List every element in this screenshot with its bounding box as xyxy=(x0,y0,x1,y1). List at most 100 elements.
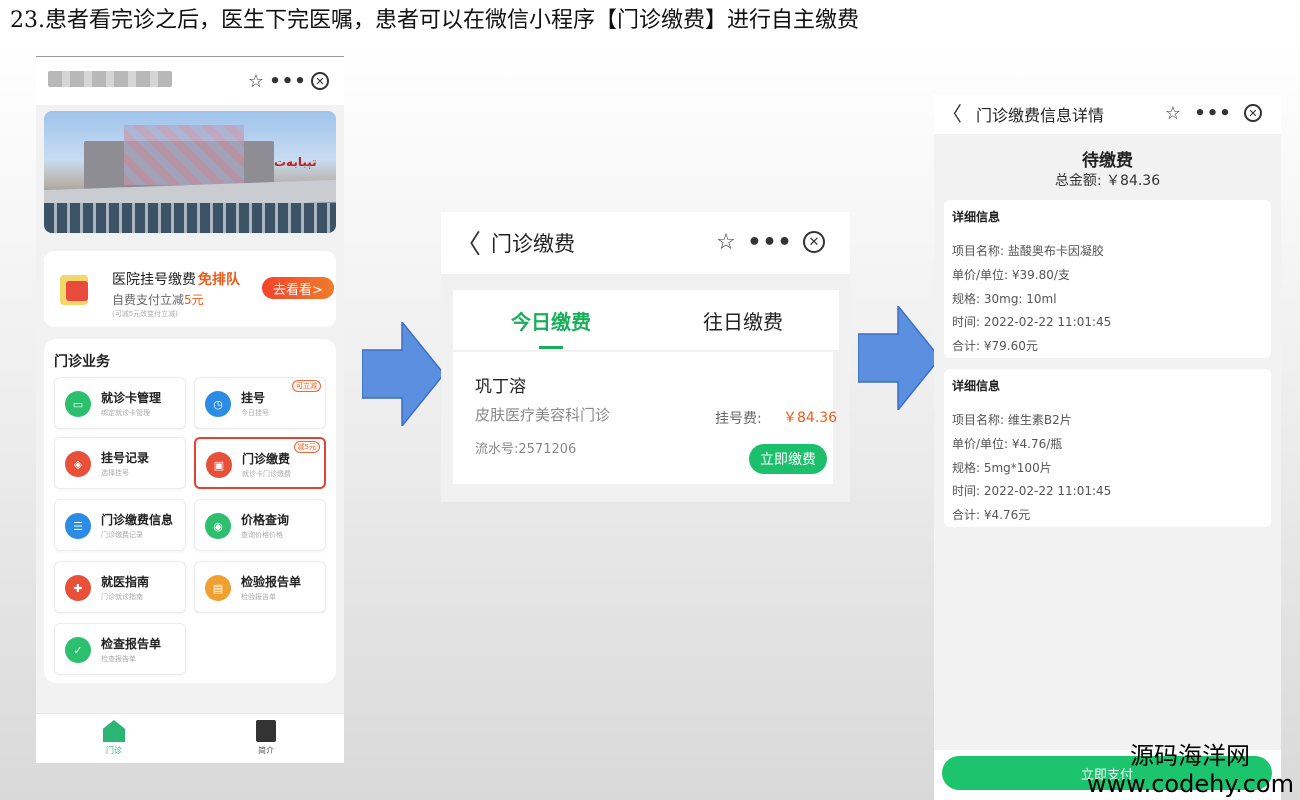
service-medical-guide[interactable]: ✚ 就医指南 门诊就诊指南 xyxy=(54,561,186,613)
total-amount: 总金额: ￥84.36 xyxy=(1054,173,1161,189)
service-label: 检查报告单 xyxy=(101,637,162,651)
discount-tag: 可立减 xyxy=(292,380,321,392)
price-icon: ◉ xyxy=(205,513,231,539)
arrow-right-icon xyxy=(858,306,941,410)
star-icon[interactable]: ☆ xyxy=(1153,98,1193,128)
promo-subtitle: 自费支付立减5元 xyxy=(112,291,204,308)
mini-program-header: ☆ ••• ✕ xyxy=(36,57,344,105)
go-see-button[interactable]: 去看看> xyxy=(262,277,334,299)
services-title: 门诊业务 xyxy=(54,354,110,370)
blurred-app-title xyxy=(48,71,172,87)
service-sub: 检验报告单 xyxy=(241,593,276,601)
close-icon[interactable]: ✕ xyxy=(1233,98,1273,128)
service-label: 检验报告单 xyxy=(241,575,302,589)
detail-row: 规格: 30mg: 10ml xyxy=(952,292,1057,306)
promo-sub-prefix: 自费支付立减 xyxy=(112,293,185,307)
promo-free-label: 免排队 xyxy=(198,272,240,288)
tab-label: 简介 xyxy=(258,746,274,755)
star-icon[interactable]: ☆ xyxy=(704,225,748,259)
service-label: 挂号记录 xyxy=(101,451,150,465)
star-icon[interactable]: ☆ xyxy=(240,67,272,95)
tab-introduction[interactable]: 简介 xyxy=(248,720,284,756)
page-title: 门诊缴费信息详情 xyxy=(976,106,1105,125)
home-icon xyxy=(103,720,125,742)
check-report-icon: ✓ xyxy=(65,637,91,663)
service-label: 门诊缴费信息 xyxy=(101,513,174,527)
detail-row: 单价/单位: ¥39.80/支 xyxy=(952,268,1070,282)
tab-past-payment[interactable]: 往日缴费 xyxy=(703,306,783,335)
book-icon xyxy=(256,720,276,742)
capsule-buttons: ☆ ••• ✕ xyxy=(240,67,336,95)
more-icon[interactable]: ••• xyxy=(747,225,792,259)
service-lab-report[interactable]: ▤ 检验报告单 检验报告单 xyxy=(194,561,326,613)
page-header: 〈 门诊缴费信息详情 ☆ ••• ✕ xyxy=(934,94,1281,134)
shield-icon: ◈ xyxy=(65,451,91,477)
detail-row: 时间: 2022-02-22 11:01:45 xyxy=(952,484,1112,498)
detail-card-header: 详细信息 xyxy=(952,210,1001,224)
close-icon[interactable]: ✕ xyxy=(792,225,836,259)
active-tab-indicator xyxy=(539,346,563,349)
card-icon: ▭ xyxy=(65,391,91,417)
arrow-right-icon xyxy=(362,322,445,426)
service-label: 就医指南 xyxy=(101,575,150,589)
department: 皮肤医疗美容科门诊 xyxy=(475,406,611,424)
service-label: 就诊卡管理 xyxy=(101,391,162,405)
service-label: 门诊缴费 xyxy=(242,452,291,466)
service-sub: 门诊缴费记录 xyxy=(101,531,143,539)
windows-shape xyxy=(44,203,336,233)
capsule-buttons: ☆ ••• ✕ xyxy=(704,225,836,259)
detail-row: 规格: 5mg*100片 xyxy=(952,461,1052,475)
detail-row: 合计: ¥4.76元 xyxy=(952,508,1031,522)
more-icon[interactable]: ••• xyxy=(1193,98,1233,128)
blurred-region xyxy=(124,125,244,185)
service-registration-records[interactable]: ◈ 挂号记录 选择挂号 xyxy=(54,437,186,489)
service-sub: 选择挂号 xyxy=(101,469,129,477)
promo-card[interactable]: 医院挂号缴费 免排队 自费支付立减5元 (可减5元改变付立减) 去看看> xyxy=(44,251,336,327)
promo-sub-amount: 5元 xyxy=(184,293,204,307)
close-icon[interactable]: ✕ xyxy=(304,67,336,95)
fee-value: ￥84.36 xyxy=(783,410,838,426)
capsule-buttons: ☆ ••• ✕ xyxy=(1153,98,1273,128)
tab-label: 门诊 xyxy=(106,746,122,755)
service-label: 价格查询 xyxy=(241,513,290,527)
service-payment-info[interactable]: ☰ 门诊缴费信息 门诊缴费记录 xyxy=(54,499,186,551)
page-header: 〈 门诊缴费 ☆ ••• ✕ xyxy=(441,212,850,274)
detail-card: 详细信息 项目名称: 维生素B2片 单价/单位: ¥4.76/瓶 规格: 5mg… xyxy=(944,369,1271,527)
service-price-query[interactable]: ◉ 价格查询 查询价格价格 xyxy=(194,499,326,551)
detail-row: 项目名称: 盐酸奥布卡因凝胶 xyxy=(952,244,1104,258)
phone-payment-list: 〈 门诊缴费 ☆ ••• ✕ 今日缴费 往日缴费 巩丁溶 皮肤医疗美容科门诊 流… xyxy=(441,212,850,502)
list-icon: ☰ xyxy=(65,513,91,539)
clock-icon: ◷ xyxy=(205,391,231,417)
phone-payment-detail: 〈 门诊缴费信息详情 ☆ ••• ✕ 待缴费 总金额: ￥84.36 详细信息 … xyxy=(934,94,1281,800)
wallet-icon: ▣ xyxy=(206,452,232,478)
back-chevron-icon[interactable]: 〈 xyxy=(942,98,962,127)
service-sub: 绑定就诊卡管理 xyxy=(101,409,150,417)
hospital-banner[interactable]: ﺗﯧﺒﺎﺑﻪﺕ xyxy=(44,111,336,233)
service-exam-report[interactable]: ✓ 检查报告单 检查报告单 xyxy=(54,623,186,675)
slide-caption: 23.患者看完诊之后，医生下完医嘱，患者可以在微信小程序【门诊缴费】进行自主缴费 xyxy=(10,8,859,33)
page-title: 门诊缴费 xyxy=(491,232,575,256)
service-label: 挂号 xyxy=(241,391,266,405)
tab-today-payment[interactable]: 今日缴费 xyxy=(511,306,591,335)
detail-row: 单价/单位: ¥4.76/瓶 xyxy=(952,437,1063,451)
more-icon[interactable]: ••• xyxy=(269,67,306,95)
watermark-line1: 源码海洋网 xyxy=(1130,742,1250,770)
discount-tag: 减5元 xyxy=(293,441,320,453)
payment-tabs: 今日缴费 往日缴费 xyxy=(453,290,839,350)
promo-title: 医院挂号缴费 xyxy=(112,272,196,288)
red-envelope-icon xyxy=(56,269,96,309)
banner-sign: ﺗﯧﺒﺎﺑﻪﺕ xyxy=(274,155,317,169)
phone-home-screen: ☆ ••• ✕ ﺗﯧﺒﺎﺑﻪﺕ 医院挂号缴费 免排队 自费支付立减5元 (可减5… xyxy=(36,56,344,763)
promo-fineprint: (可减5元改变付立减) xyxy=(112,310,178,318)
service-sub: 门诊就诊指南 xyxy=(101,593,143,601)
payment-card[interactable]: 巩丁溶 皮肤医疗美容科门诊 流水号:2571206 挂号费: ￥84.36 立即… xyxy=(453,352,837,484)
tab-outpatient[interactable]: 门诊 xyxy=(96,720,132,756)
service-registration[interactable]: ◷ 挂号 今日挂号 可立减 xyxy=(194,377,326,429)
service-sub: 查询价格价格 xyxy=(241,531,283,539)
back-chevron-icon[interactable]: 〈 xyxy=(455,224,481,261)
site-watermark: 源码海洋网 www.codehy.com xyxy=(1087,742,1294,798)
service-outpatient-payment[interactable]: ▣ 门诊缴费 就诊卡门诊缴费 减5元 xyxy=(194,437,326,489)
service-card-management[interactable]: ▭ 就诊卡管理 绑定就诊卡管理 xyxy=(54,377,186,429)
pay-now-button[interactable]: 立即缴费 xyxy=(749,444,827,474)
detail-card-header: 详细信息 xyxy=(952,379,1001,393)
